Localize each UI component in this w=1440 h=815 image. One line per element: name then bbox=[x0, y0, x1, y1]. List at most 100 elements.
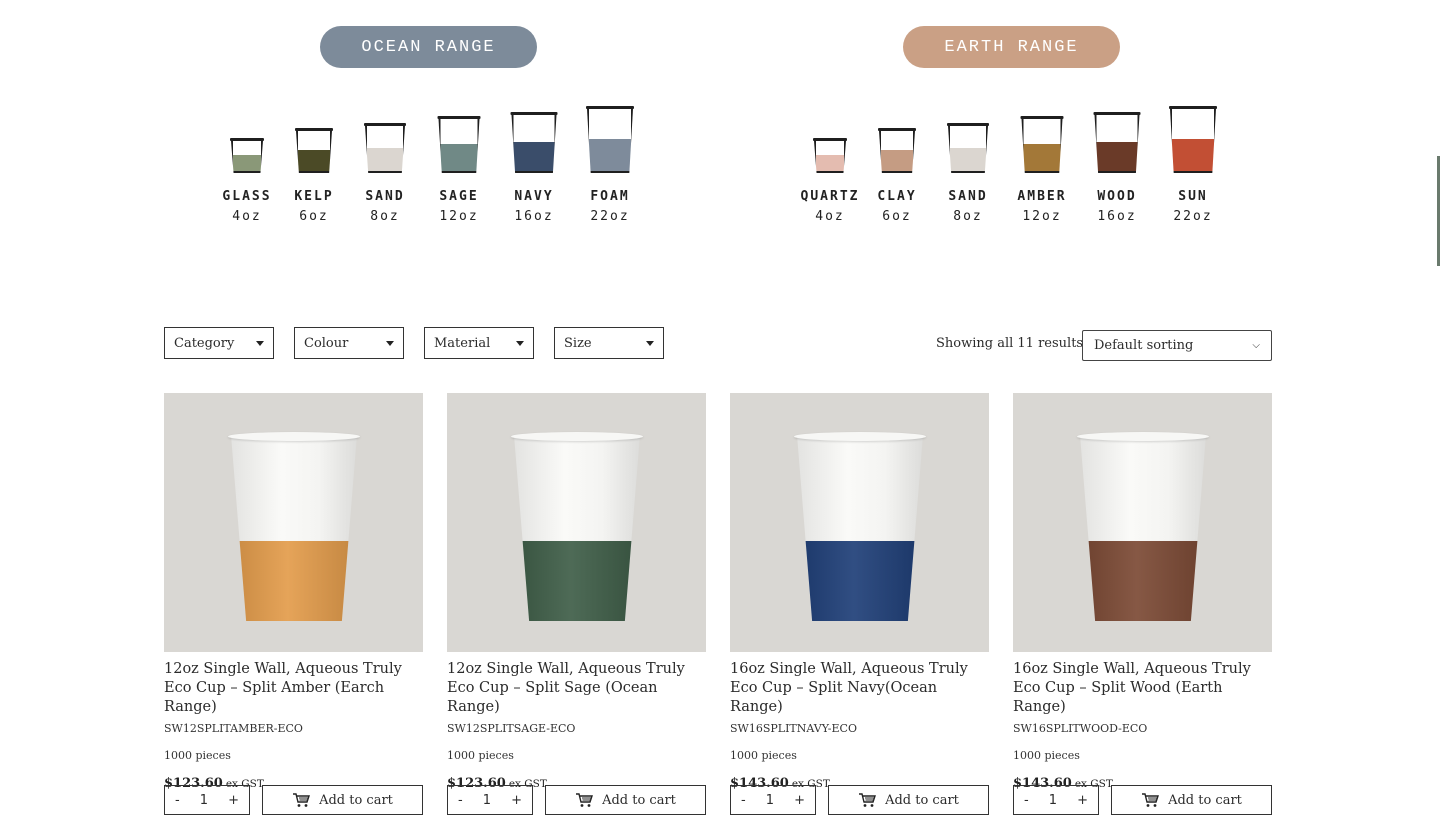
size-filter[interactable]: Size bbox=[554, 327, 664, 359]
add-to-cart-label: Add to cart bbox=[1168, 792, 1242, 808]
increase-quantity-button[interactable]: + bbox=[511, 793, 522, 808]
cup-body bbox=[231, 141, 263, 173]
cup-icon bbox=[813, 138, 847, 173]
cup-color-name: AMBER bbox=[1017, 189, 1067, 204]
product-sku: SW16SPLITWOOD-ECO bbox=[1013, 722, 1148, 735]
quantity-value[interactable]: 1 bbox=[1049, 793, 1057, 808]
cup-rim bbox=[794, 432, 926, 441]
product-sku: SW12SPLITSAGE-ECO bbox=[447, 722, 576, 735]
ocean-range-pill: OCEAN RANGE bbox=[320, 26, 537, 68]
quantity-value[interactable]: 1 bbox=[483, 793, 491, 808]
product-sku: SW12SPLITAMBER-ECO bbox=[164, 722, 303, 735]
paper-cup-image bbox=[797, 435, 923, 621]
product-card: 12oz Single Wall, Aqueous Truly Eco Cup … bbox=[164, 393, 423, 815]
cup-fill bbox=[440, 143, 478, 171]
product-image[interactable] bbox=[730, 393, 989, 652]
cup-size-label: 22oz bbox=[590, 209, 630, 224]
quantity-value[interactable]: 1 bbox=[200, 793, 208, 808]
cup-body bbox=[1021, 119, 1063, 173]
cup-size-label: 8oz bbox=[370, 209, 400, 224]
cup-fill bbox=[298, 150, 330, 171]
cup-body bbox=[1170, 109, 1216, 173]
cup-lid bbox=[1093, 112, 1141, 115]
result-count: Showing all 11 results bbox=[936, 336, 1084, 351]
cup-band-shade bbox=[1080, 541, 1206, 621]
decrease-quantity-button[interactable]: - bbox=[1024, 793, 1029, 808]
cup-icon bbox=[586, 106, 634, 173]
increase-quantity-button[interactable]: + bbox=[794, 793, 805, 808]
product-image[interactable] bbox=[164, 393, 423, 652]
cup-band-shade bbox=[514, 541, 640, 621]
cup-color-name: CLAY bbox=[877, 189, 917, 204]
earth-range-pill: EARTH RANGE bbox=[903, 26, 1120, 68]
cup-lid bbox=[947, 123, 989, 126]
size-filter-label: Size bbox=[564, 335, 592, 351]
product-image[interactable] bbox=[447, 393, 706, 652]
cup-lid bbox=[295, 128, 333, 131]
cup-body bbox=[814, 141, 846, 173]
product-image[interactable] bbox=[1013, 393, 1272, 652]
cup-size-label: 12oz bbox=[1022, 209, 1062, 224]
cup-lid bbox=[510, 112, 558, 115]
decrease-quantity-button[interactable]: - bbox=[175, 793, 180, 808]
product-card: 16oz Single Wall, Aqueous Truly Eco Cup … bbox=[1013, 393, 1272, 815]
decrease-quantity-button[interactable]: - bbox=[458, 793, 463, 808]
increase-quantity-button[interactable]: + bbox=[1077, 793, 1088, 808]
add-to-cart-label: Add to cart bbox=[885, 792, 959, 808]
cup-icon bbox=[230, 138, 264, 173]
cup-icon bbox=[878, 128, 916, 173]
increase-quantity-button[interactable]: + bbox=[228, 793, 239, 808]
cup-fill bbox=[1096, 141, 1138, 171]
chevron-down-icon: ⌵ bbox=[1252, 340, 1260, 351]
cup-color-name: FOAM bbox=[590, 189, 630, 204]
caret-down-icon bbox=[516, 340, 524, 346]
add-to-cart-label: Add to cart bbox=[602, 792, 676, 808]
cup-body bbox=[438, 119, 480, 173]
product-title[interactable]: 16oz Single Wall, Aqueous Truly Eco Cup … bbox=[1013, 660, 1272, 717]
cup-lid bbox=[1169, 106, 1217, 109]
cup-icon bbox=[437, 116, 481, 173]
cup-color-name: SUN bbox=[1178, 189, 1208, 204]
cup-body bbox=[587, 109, 633, 173]
sorting-select-value: Default sorting bbox=[1094, 338, 1194, 353]
cup-icon bbox=[364, 123, 406, 173]
product-pieces: 1000 pieces bbox=[447, 749, 514, 762]
cup-lid bbox=[813, 138, 847, 141]
caret-down-icon bbox=[646, 340, 654, 346]
caret-down-icon bbox=[386, 340, 394, 346]
product-title[interactable]: 12oz Single Wall, Aqueous Truly Eco Cup … bbox=[447, 660, 706, 717]
product-card: 16oz Single Wall, Aqueous Truly Eco Cup … bbox=[730, 393, 989, 815]
cup-size-label: 8oz bbox=[953, 209, 983, 224]
quantity-value[interactable]: 1 bbox=[766, 793, 774, 808]
caret-down-icon bbox=[256, 340, 264, 346]
cart-icon bbox=[858, 792, 885, 808]
product-card: 12oz Single Wall, Aqueous Truly Eco Cup … bbox=[447, 393, 706, 815]
cup-lid bbox=[230, 138, 264, 141]
cup-fill bbox=[233, 155, 261, 171]
product-title[interactable]: 12oz Single Wall, Aqueous Truly Eco Cup … bbox=[164, 660, 423, 717]
product-title[interactable]: 16oz Single Wall, Aqueous Truly Eco Cup … bbox=[730, 660, 989, 717]
sorting-select[interactable]: Default sorting ⌵ bbox=[1082, 330, 1272, 361]
cup-lid bbox=[437, 116, 481, 119]
decrease-quantity-button[interactable]: - bbox=[741, 793, 746, 808]
cup-fill bbox=[881, 150, 913, 171]
cup-icon bbox=[510, 112, 558, 173]
cup-size-label: 22oz bbox=[1173, 209, 1213, 224]
cup-color-name: GLASS bbox=[222, 189, 272, 204]
material-filter-label: Material bbox=[434, 335, 491, 351]
product-sku: SW16SPLITNAVY-ECO bbox=[730, 722, 857, 735]
cart-icon bbox=[1141, 792, 1168, 808]
category-filter[interactable]: Category bbox=[164, 327, 274, 359]
cup-color-name: SAND bbox=[365, 189, 405, 204]
cup-size-label: 4oz bbox=[232, 209, 262, 224]
cup-fill bbox=[513, 141, 555, 171]
material-filter[interactable]: Material bbox=[424, 327, 534, 359]
paper-cup-image bbox=[1080, 435, 1206, 621]
colour-filter[interactable]: Colour bbox=[294, 327, 404, 359]
cup-icon bbox=[295, 128, 333, 173]
category-filter-label: Category bbox=[174, 335, 235, 351]
cup-rim bbox=[1077, 432, 1209, 441]
cup-rim bbox=[511, 432, 643, 441]
cart-icon bbox=[575, 792, 602, 808]
cup-icon bbox=[947, 123, 989, 173]
